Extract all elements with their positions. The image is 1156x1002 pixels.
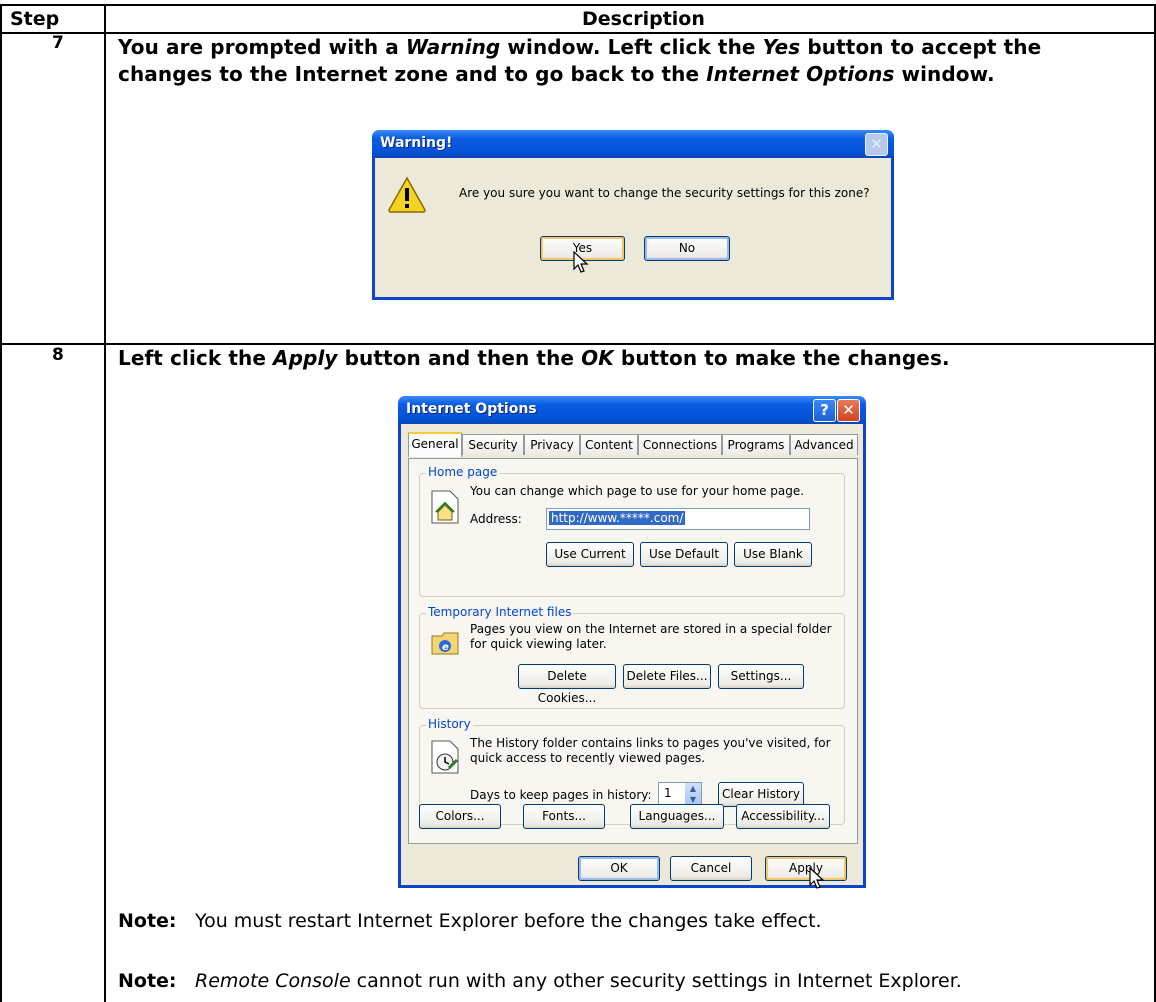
address-label: Address:: [470, 512, 522, 526]
tab-content[interactable]: Content: [580, 434, 638, 455]
home-page-text: You can change which page to use for you…: [470, 484, 805, 498]
spinner-icon[interactable]: ▲ ▼: [685, 783, 701, 805]
general-tab-page: Home page You can change which page to u…: [408, 458, 858, 844]
svg-text:e: e: [442, 642, 449, 653]
internet-options-body: General Security Privacy Content Connect…: [401, 424, 863, 889]
internet-options-title-bar: Internet Options ? ✕: [398, 396, 866, 424]
note-2-text: Remote Console cannot run with any other…: [195, 970, 962, 992]
step-7-line-1: You are prompted with a Warning window. …: [118, 35, 1042, 59]
settings-button[interactable]: Settings...: [718, 664, 804, 689]
step-number-8: 8: [52, 345, 64, 365]
days-label: Days to keep pages in history:: [470, 788, 652, 802]
tab-privacy[interactable]: Privacy: [524, 434, 580, 455]
use-blank-button[interactable]: Use Blank: [734, 542, 812, 567]
home-page-group: Home page You can change which page to u…: [419, 465, 845, 597]
tab-programs[interactable]: Programs: [722, 434, 790, 455]
history-icon: [431, 740, 459, 774]
warning-title-bar: Warning! ✕: [372, 130, 894, 158]
table-left-border: [0, 4, 2, 1002]
address-value: http://www.*****.com/: [549, 511, 686, 525]
note-1-label: Note:: [118, 910, 177, 932]
days-value: 1: [664, 786, 672, 800]
warning-title: Warning!: [380, 135, 453, 151]
tab-general[interactable]: General: [408, 432, 462, 457]
note-1-text: You must restart Internet Explorer befor…: [195, 910, 822, 932]
history-text: The History folder contains links to pag…: [470, 736, 831, 765]
warning-icon: [388, 176, 426, 213]
fonts-button[interactable]: Fonts...: [523, 804, 605, 829]
accessibility-button[interactable]: Accessibility...: [736, 804, 830, 829]
temp-files-group-title: Temporary Internet files: [426, 605, 574, 619]
home-page-icon: [431, 490, 459, 524]
mouse-cursor-icon: [573, 251, 589, 273]
address-input[interactable]: http://www.*****.com/: [546, 508, 810, 530]
delete-cookies-button[interactable]: Delete Cookies...: [518, 664, 616, 705]
warning-message: Are you sure you want to change the secu…: [459, 186, 870, 200]
internet-options-title: Internet Options: [406, 401, 537, 417]
tab-security[interactable]: Security: [462, 434, 524, 455]
instruction-table: Step Description 7 You are prompted with…: [0, 0, 1156, 1002]
temp-files-icon: e: [431, 632, 459, 655]
warning-dialog: Warning! ✕ Are you sure you want to chan…: [372, 130, 894, 300]
header-description: Description: [582, 8, 705, 30]
mouse-cursor-icon: [809, 867, 825, 889]
step-7-description: You are prompted with a Warning window. …: [118, 34, 1041, 88]
table-top-border: [0, 4, 1156, 6]
temp-files-text: Pages you view on the Internet are store…: [470, 622, 832, 651]
step-7-line-2: changes to the Internet zone and to go b…: [118, 62, 995, 86]
header-step: Step: [10, 8, 60, 30]
tab-advanced[interactable]: Advanced: [790, 434, 858, 455]
home-page-group-title: Home page: [426, 465, 500, 479]
help-icon[interactable]: ?: [813, 399, 836, 422]
days-stepper[interactable]: 1 ▲ ▼: [658, 782, 702, 806]
ok-button[interactable]: OK: [578, 856, 660, 881]
no-button[interactable]: No: [644, 236, 730, 261]
use-current-button[interactable]: Use Current: [546, 542, 634, 567]
temp-files-group: Temporary Internet files e Pages you vie…: [419, 605, 845, 709]
note-2: Note: Remote Console cannot run with any…: [118, 970, 962, 992]
languages-button[interactable]: Languages...: [630, 804, 724, 829]
tab-connections[interactable]: Connections: [638, 434, 722, 455]
use-default-button[interactable]: Use Default: [640, 542, 728, 567]
note-2-label: Note:: [118, 970, 177, 992]
tab-strip: General Security Privacy Content Connect…: [408, 432, 858, 458]
warning-body: Are you sure you want to change the secu…: [375, 158, 891, 297]
close-icon[interactable]: ✕: [865, 133, 888, 156]
column-divider: [104, 4, 106, 1002]
history-group-title: History: [426, 717, 473, 731]
delete-files-button[interactable]: Delete Files...: [623, 664, 711, 689]
colors-button[interactable]: Colors...: [419, 804, 501, 829]
apply-button[interactable]: Apply: [765, 856, 847, 881]
note-1: Note: You must restart Internet Explorer…: [118, 910, 822, 932]
internet-options-dialog: Internet Options ? ✕ General Security Pr…: [398, 396, 866, 889]
step-8-description: Left click the Apply button and then the…: [118, 346, 950, 370]
cancel-button[interactable]: Cancel: [670, 856, 752, 881]
close-icon[interactable]: ✕: [837, 399, 860, 422]
step-number-7: 7: [52, 33, 64, 53]
